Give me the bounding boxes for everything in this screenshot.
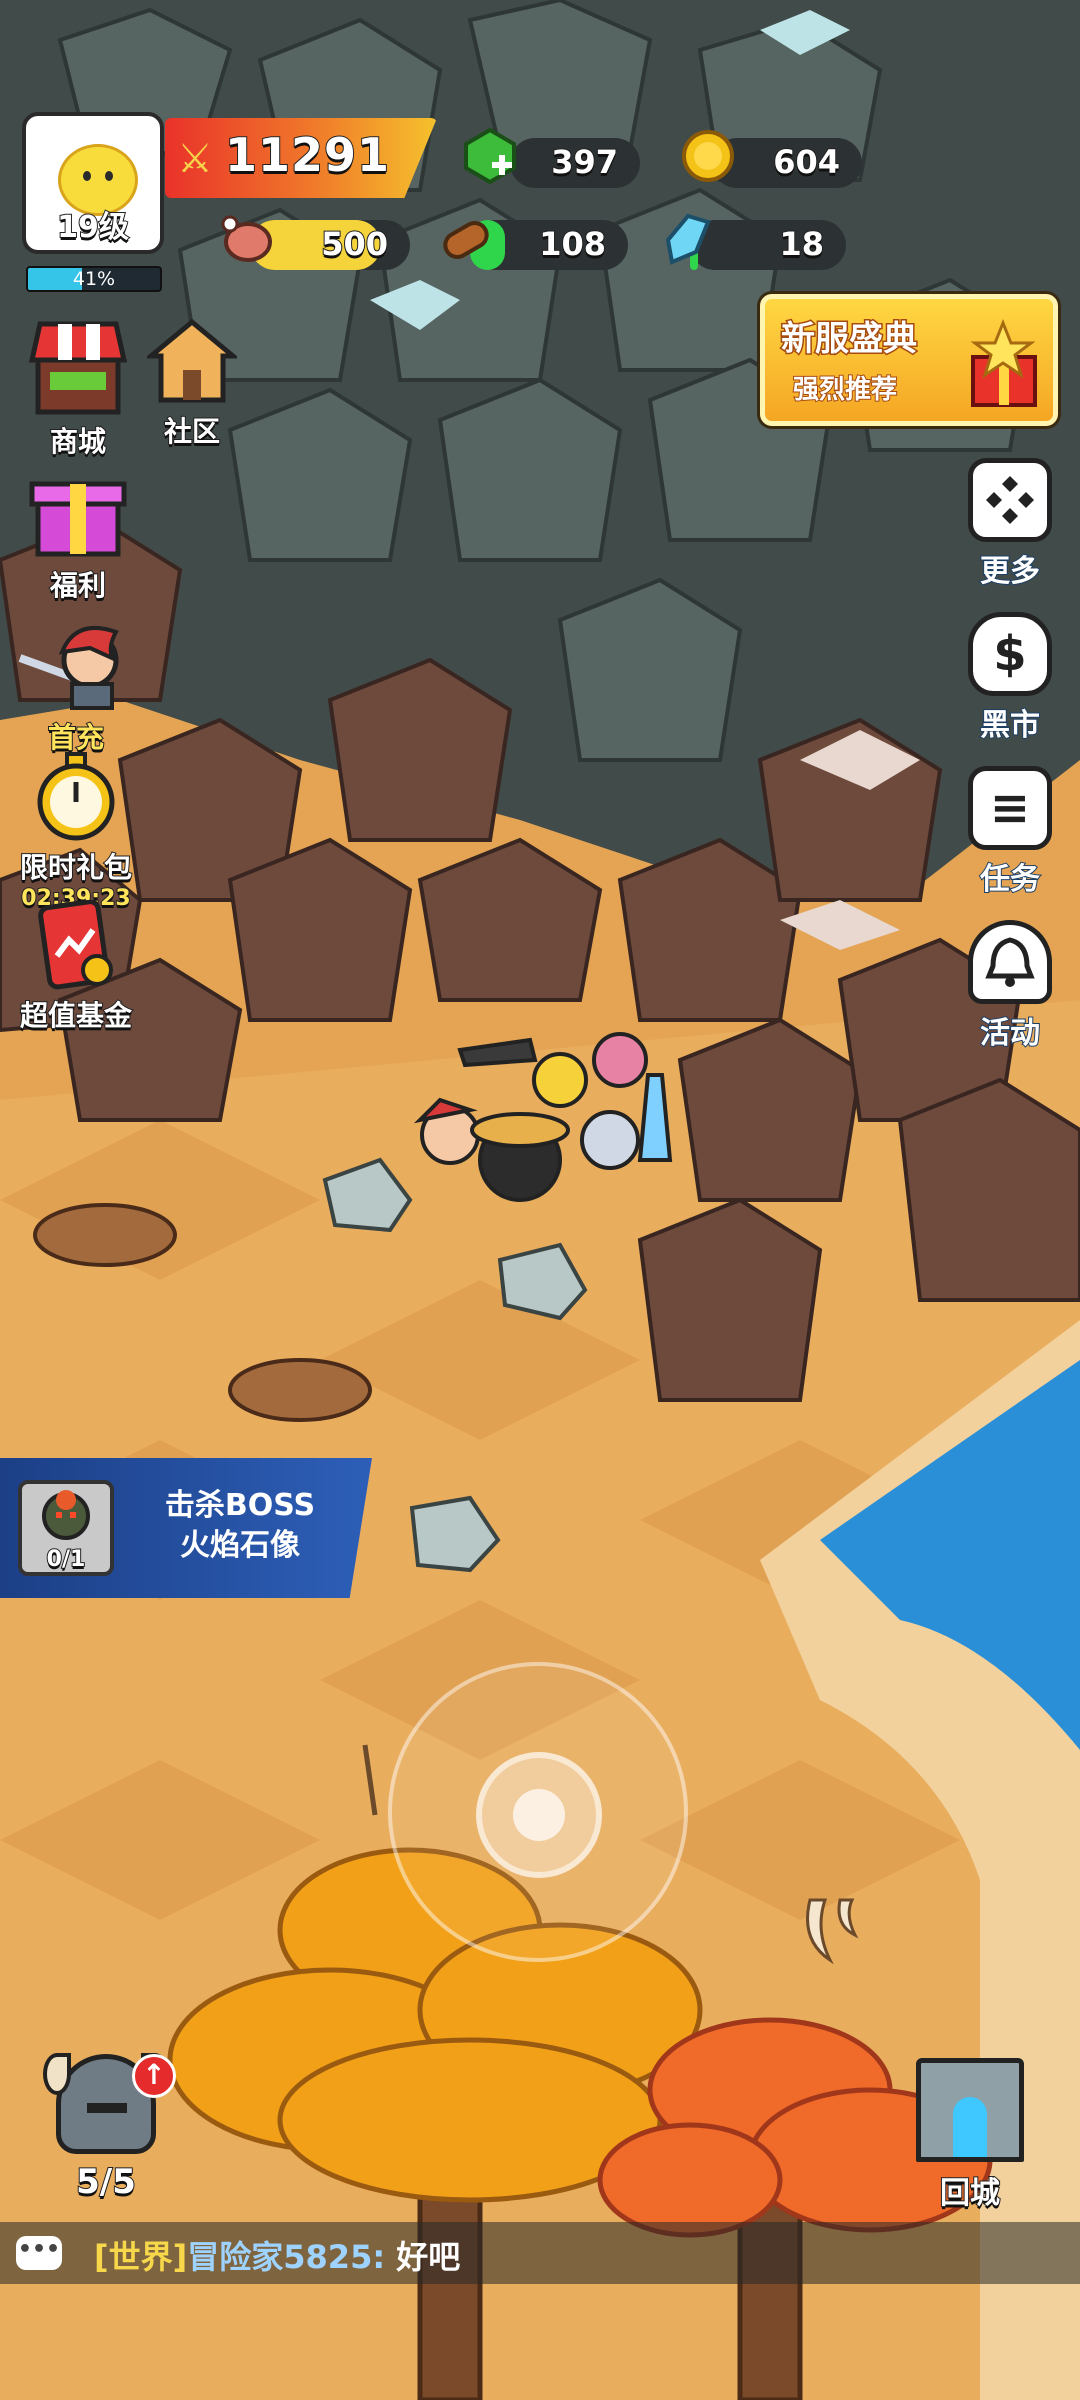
gold-value: 604 <box>772 142 841 182</box>
promo-subtitle: 强烈推荐 <box>792 374 898 406</box>
chat-sender: 冒险家5825: <box>187 2238 386 2276</box>
money-bag-icon: $ <box>968 612 1052 696</box>
shop-label: 商城 <box>49 424 107 459</box>
hero-count: 5/5 <box>75 2161 137 2203</box>
blue-crystal-icon <box>665 213 711 265</box>
xp-progress-bar: 41% <box>26 266 162 292</box>
more-label: 更多 <box>979 553 1041 590</box>
gem-value: 397 <box>550 142 619 182</box>
more-button[interactable]: 更多 <box>960 458 1060 590</box>
limited-pack-button[interactable]: 限时礼包 02:39:23 <box>8 752 144 912</box>
events-label: 活动 <box>979 1015 1041 1052</box>
community-label: 社区 <box>163 414 221 449</box>
gift-box-icon <box>29 481 127 557</box>
black-market-button[interactable]: $ 黑市 <box>960 612 1060 744</box>
house-icon <box>144 318 240 403</box>
promo-title: 新服盛典 <box>780 318 919 361</box>
gift-pile-icon <box>970 318 1037 407</box>
quest-description: 击杀BOSS 火焰石像 <box>140 1486 340 1566</box>
events-button[interactable]: 活动 <box>960 920 1060 1052</box>
combat-power-value: 11291 <box>224 127 391 183</box>
return-city-label: 回城 <box>939 2175 1001 2212</box>
quest-title-line2: 火焰石像 <box>180 1528 300 1563</box>
player-level: 19级 <box>56 209 130 246</box>
four-diamonds-icon <box>968 458 1052 542</box>
chat-message: [世界]冒险家5825: 好吧 <box>94 2232 460 2278</box>
chat-bubble-icon[interactable]: ••• <box>16 2236 62 2270</box>
return-city-button[interactable]: 回城 <box>910 2058 1030 2212</box>
tasks-button[interactable]: ≡ 任务 <box>960 766 1060 898</box>
meat-value: 500 <box>320 224 389 264</box>
log-icon <box>443 221 489 259</box>
stone-golem-boss-icon: 0/1 <box>18 1480 114 1576</box>
wood-value: 108 <box>538 224 607 264</box>
meat-counter[interactable]: 500 <box>250 220 410 270</box>
black-market-label: 黑市 <box>979 707 1041 744</box>
first-charge-label: 首充 <box>47 720 105 755</box>
fund-card-icon <box>38 899 113 990</box>
crystal-value: 18 <box>778 224 825 264</box>
new-server-promo-button[interactable]: 新服盛典 强烈推荐 <box>760 294 1058 426</box>
crossed-swords-icon: ⚔ <box>177 136 213 182</box>
list-menu-icon: ≡ <box>968 766 1052 850</box>
green-gem-plus-icon <box>464 128 516 184</box>
xp-percent: 41% <box>72 268 116 290</box>
community-button[interactable]: 社区 <box>140 316 244 450</box>
value-fund-button[interactable]: 超值基金 <box>8 899 144 1034</box>
quest-progress: 0/1 <box>46 1546 87 1573</box>
quest-title-line1: 击杀BOSS <box>164 1488 316 1523</box>
chat-text: 好吧 <box>396 2238 461 2276</box>
welfare-button[interactable]: 福利 <box>22 460 134 604</box>
quest-tracker[interactable]: 0/1 击杀BOSS 火焰石像 <box>0 1458 372 1598</box>
combat-power-banner[interactable]: ⚔ 11291 <box>165 118 437 198</box>
red-up-arrow-icon: ↑ <box>132 2054 176 2098</box>
heroes-button[interactable]: ↑ 5/5 <box>36 2053 176 2204</box>
welfare-label: 福利 <box>49 568 107 603</box>
red-haired-warrior-icon <box>18 626 119 710</box>
tasks-label: 任务 <box>979 861 1041 898</box>
world-chat-bar[interactable]: ••• [世界]冒险家5825: 好吧 <box>0 2222 1080 2284</box>
limited-pack-label: 限时礼包 <box>19 850 133 885</box>
gold-coin-icon <box>682 130 734 182</box>
meat-icon <box>221 215 272 262</box>
value-fund-label: 超值基金 <box>19 998 133 1033</box>
castle-portal-icon <box>916 2058 1024 2162</box>
stopwatch-icon <box>37 752 115 841</box>
joystick-center <box>513 1789 565 1841</box>
chat-channel: [世界] <box>94 2238 188 2276</box>
bell-icon <box>968 920 1052 1004</box>
shop-stall-icon <box>28 321 128 415</box>
player-avatar[interactable]: 19级 <box>22 112 164 254</box>
shop-button[interactable]: 商城 <box>22 316 134 460</box>
gem-counter[interactable]: 397 <box>510 138 640 188</box>
first-charge-button[interactable]: 首充 <box>8 612 144 756</box>
